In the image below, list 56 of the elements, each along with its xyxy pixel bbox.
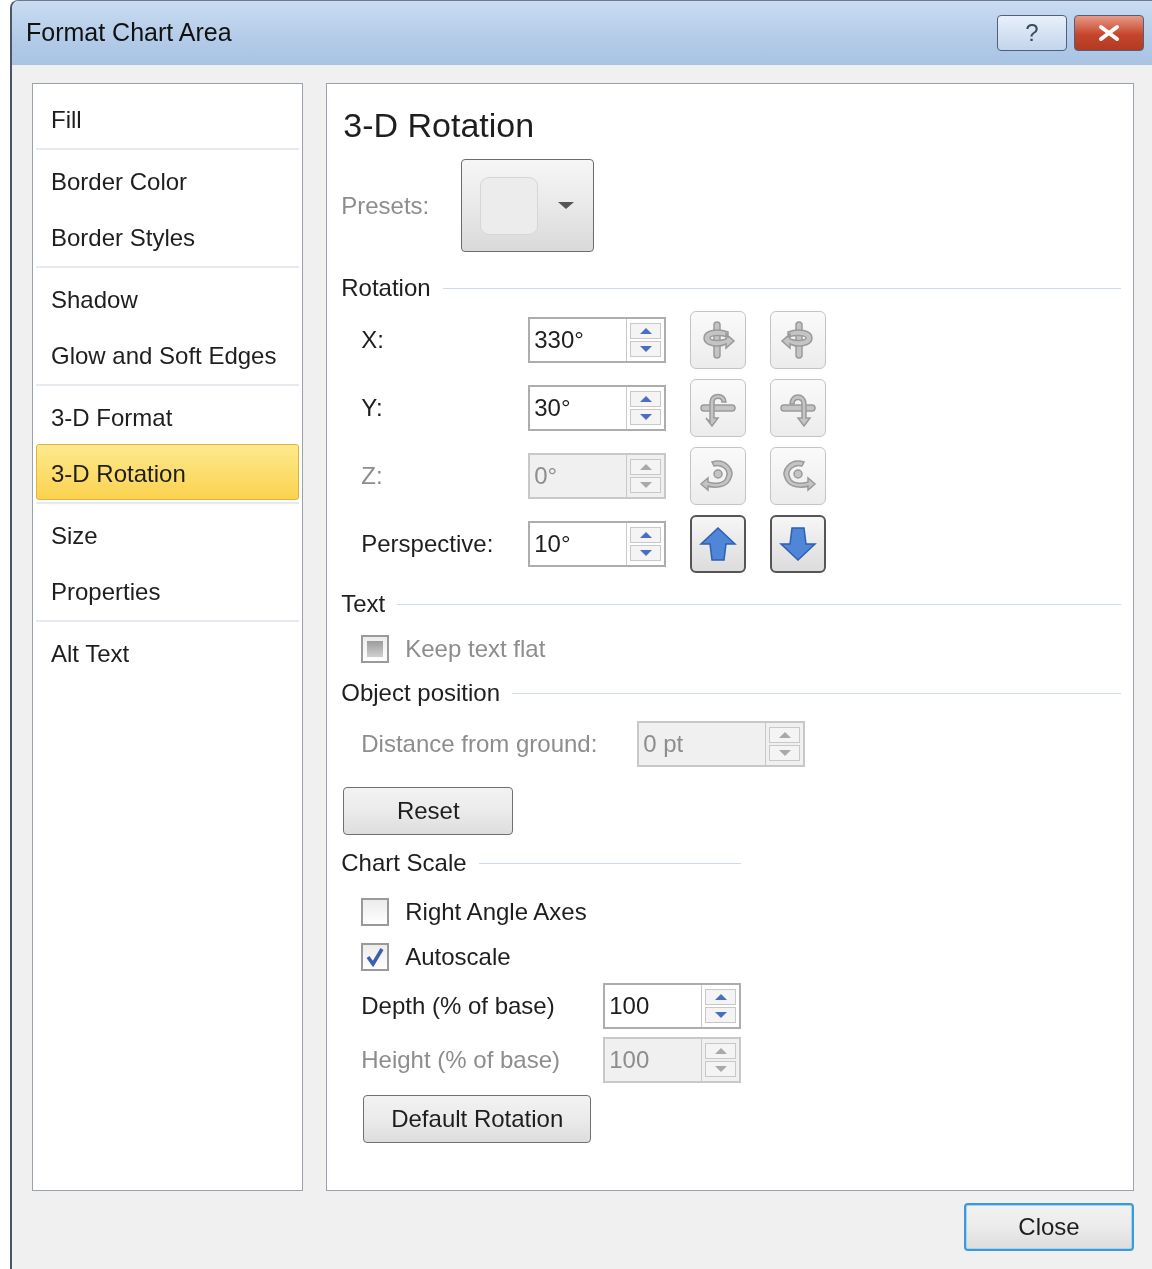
spin-down-button[interactable] [705, 1007, 737, 1023]
presets-label: Presets: [341, 190, 431, 221]
close-dialog-button[interactable]: Close [964, 1203, 1134, 1251]
rotate-button[interactable] [690, 515, 747, 573]
spin-box[interactable]: 10° [528, 521, 667, 567]
field-label: X: [361, 325, 385, 355]
reset-button[interactable]: Reset [343, 787, 514, 835]
sidebar-item[interactable]: Border Color [36, 152, 300, 208]
spin-down-button[interactable] [630, 341, 662, 357]
section-title: Chart Scale [341, 848, 467, 878]
spin-up-button[interactable] [630, 527, 662, 543]
sidebar-item[interactable]: Alt Text [36, 624, 300, 680]
field-label: Perspective: [361, 529, 495, 559]
checkbox-label: Keep text flat [405, 633, 546, 664]
section-title: Rotation [341, 273, 431, 303]
field-label: Depth (% of base) [361, 991, 556, 1021]
help-button[interactable]: ? [997, 15, 1067, 51]
close-icon [1098, 24, 1120, 42]
field-label: Height (% of base) [361, 1045, 561, 1075]
presets-dropdown[interactable] [461, 159, 595, 252]
field-label: Y: [361, 393, 384, 423]
spin-up-button[interactable] [630, 391, 662, 407]
sidebar-item[interactable]: Properties [36, 562, 300, 618]
spin-down-button[interactable] [630, 545, 662, 561]
checkbox-label: Right Angle Axes [405, 896, 587, 927]
default-rotation-button[interactable]: Default Rotation [363, 1095, 592, 1143]
section-title: Object position [341, 678, 500, 708]
arrow-down-icon [778, 524, 819, 564]
spin-box[interactable]: 330° [528, 317, 667, 363]
sidebar-item[interactable]: 3-D Format [36, 388, 300, 444]
field-label: Z: [361, 461, 384, 491]
spin-box[interactable]: 30° [528, 385, 667, 431]
spin-up-button[interactable] [705, 989, 737, 1005]
rotate-button[interactable] [770, 515, 827, 573]
checkbox-label: Autoscale [405, 941, 511, 972]
arrow-up-icon [698, 524, 739, 564]
spin-up-button[interactable] [630, 323, 662, 339]
sidebar-item[interactable]: Size [36, 506, 300, 562]
window-title: Format Chart Area [26, 17, 233, 49]
sidebar-item[interactable]: Shadow [36, 270, 300, 326]
section-title: Text [341, 589, 386, 619]
sidebar-item[interactable]: Border Styles [36, 208, 300, 264]
value-field[interactable]: 10° [530, 523, 627, 565]
checkbox[interactable] [361, 942, 390, 971]
panel-heading: 3-D Rotation [343, 105, 536, 146]
spin-box[interactable]: 100 [603, 983, 742, 1029]
checkbox[interactable] [361, 897, 390, 926]
field-label: Distance from ground: [361, 729, 599, 759]
sidebar-item[interactable]: 3-D Rotation [36, 444, 300, 500]
sidebar-item[interactable]: Glow and Soft Edges [36, 326, 300, 382]
value-field[interactable]: 30° [530, 387, 627, 429]
close-button[interactable] [1074, 15, 1144, 51]
sidebar-item[interactable]: Fill [36, 90, 300, 146]
value-field[interactable]: 330° [530, 319, 627, 361]
spin-down-button[interactable] [630, 409, 662, 425]
value-field[interactable]: 100 [605, 985, 702, 1027]
